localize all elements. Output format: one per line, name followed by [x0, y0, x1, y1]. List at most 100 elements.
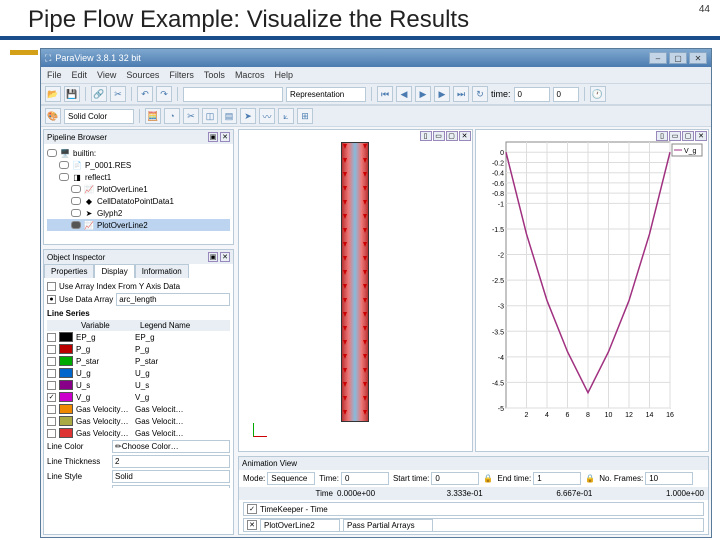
lock-icon[interactable]: 🔒: [483, 474, 493, 484]
end-time-field[interactable]: 1: [533, 472, 581, 485]
tab-display[interactable]: Display: [94, 264, 134, 278]
menu-view[interactable]: View: [97, 70, 116, 80]
undo-button[interactable]: ↶: [137, 86, 153, 102]
menu-help[interactable]: Help: [274, 70, 293, 80]
use-data-array-check[interactable]: ●: [47, 295, 56, 304]
frames-field[interactable]: 10: [645, 472, 693, 485]
open-button[interactable]: 📂: [45, 86, 61, 102]
save-button[interactable]: 💾: [64, 86, 80, 102]
series-swatch[interactable]: [59, 392, 73, 402]
visibility-icon[interactable]: [59, 173, 69, 181]
series-row[interactable]: Gas Velocity…Gas Velocit…: [47, 415, 230, 427]
clip-icon[interactable]: ✂: [183, 108, 199, 124]
vcr-prev-button[interactable]: ◀: [396, 86, 412, 102]
vcr-first-button[interactable]: ⏮: [377, 86, 393, 102]
series-row[interactable]: P_starP_star: [47, 355, 230, 367]
time-field[interactable]: 0: [514, 87, 550, 102]
series-check[interactable]: [47, 405, 56, 414]
series-check[interactable]: [47, 333, 56, 342]
group-icon[interactable]: ⊞: [297, 108, 313, 124]
float-icon[interactable]: ▣: [208, 132, 218, 142]
maximize-button[interactable]: ▢: [669, 52, 687, 64]
float-icon[interactable]: ▣: [208, 252, 218, 262]
clock-icon[interactable]: 🕐: [590, 86, 606, 102]
use-index-check[interactable]: [47, 282, 56, 291]
series-check[interactable]: [47, 369, 56, 378]
visibility-icon[interactable]: [71, 209, 81, 217]
timestep-field[interactable]: 0: [553, 87, 579, 102]
choose-color-button[interactable]: ✏ Choose Color…: [112, 440, 230, 453]
split-v-icon[interactable]: ▭: [433, 131, 445, 141]
add-track[interactable]: ✕ PlotOverLine2 Pass Partial Arrays: [243, 518, 704, 532]
contour-icon[interactable]: ◔: [164, 108, 180, 124]
lock-icon[interactable]: 🔒: [585, 474, 595, 484]
view-3d[interactable]: ▯▭▢✕: [238, 129, 473, 452]
tree-item[interactable]: 📈PlotOverLine2: [47, 219, 230, 231]
series-row[interactable]: EP_gEP_g: [47, 331, 230, 343]
vcr-loop-button[interactable]: ↻: [472, 86, 488, 102]
timekeeper-track[interactable]: ✓TimeKeeper - Time: [243, 502, 704, 516]
representation-select[interactable]: Representation: [286, 87, 366, 102]
split-h-icon[interactable]: ▯: [420, 131, 432, 141]
max-view-icon[interactable]: ▢: [446, 131, 458, 141]
close-view-icon[interactable]: ✕: [459, 131, 471, 141]
series-row[interactable]: Gas Velocity…Gas Velocit…: [47, 427, 230, 439]
slice-icon[interactable]: ◫: [202, 108, 218, 124]
series-swatch[interactable]: [59, 416, 73, 426]
tab-information[interactable]: Information: [135, 264, 189, 278]
series-check[interactable]: ✓: [47, 393, 56, 402]
menu-sources[interactable]: Sources: [126, 70, 159, 80]
view-chart[interactable]: ▯▭▢✕ 0-0.2-0.4-0.6-0.8-1-1.5-2-2.5-3-3.5…: [475, 129, 710, 452]
track-prop-select[interactable]: Pass Partial Arrays: [343, 519, 433, 532]
vcr-next-button[interactable]: ▶: [434, 86, 450, 102]
calc-icon[interactable]: 🧮: [145, 108, 161, 124]
tree-item[interactable]: ➤Glyph2: [47, 207, 230, 219]
disconnect-button[interactable]: ✂: [110, 86, 126, 102]
close-panel-icon[interactable]: ✕: [220, 252, 230, 262]
series-swatch[interactable]: [59, 332, 73, 342]
warp-icon[interactable]: ⟀: [278, 108, 294, 124]
thickness-field[interactable]: 2: [112, 455, 230, 468]
connect-button[interactable]: 🔗: [91, 86, 107, 102]
series-row[interactable]: U_sU_s: [47, 379, 230, 391]
tree-item[interactable]: 📄P_0001.RES: [47, 159, 230, 171]
visibility-icon[interactable]: [47, 149, 57, 157]
tab-properties[interactable]: Properties: [44, 264, 94, 278]
color-by-select[interactable]: Solid Color: [64, 109, 134, 124]
visibility-icon[interactable]: [71, 197, 81, 205]
tree-item[interactable]: 🖥️builtin:: [47, 147, 230, 159]
redo-button[interactable]: ↷: [156, 86, 172, 102]
menu-filters[interactable]: Filters: [169, 70, 194, 80]
visibility-icon[interactable]: [71, 221, 81, 229]
series-check[interactable]: [47, 417, 56, 426]
menu-file[interactable]: File: [47, 70, 62, 80]
menu-macros[interactable]: Macros: [235, 70, 265, 80]
series-row[interactable]: U_gU_g: [47, 367, 230, 379]
tree-item[interactable]: ◨reflect1: [47, 171, 230, 183]
series-swatch[interactable]: [59, 380, 73, 390]
menu-tools[interactable]: Tools: [204, 70, 225, 80]
threshold-icon[interactable]: ▤: [221, 108, 237, 124]
marker-style-select[interactable]: None: [112, 485, 230, 488]
series-swatch[interactable]: [59, 404, 73, 414]
series-row[interactable]: Gas Velocity…Gas Velocit…: [47, 403, 230, 415]
close-panel-icon[interactable]: ✕: [220, 132, 230, 142]
vcr-last-button[interactable]: ⏭: [453, 86, 469, 102]
line-style-select[interactable]: Solid: [112, 470, 230, 483]
stream-icon[interactable]: 〰: [259, 108, 275, 124]
series-swatch[interactable]: [59, 428, 73, 438]
start-time-field[interactable]: 0: [431, 472, 479, 485]
series-check[interactable]: [47, 429, 56, 438]
tree-item[interactable]: 📈PlotOverLine1: [47, 183, 230, 195]
series-swatch[interactable]: [59, 344, 73, 354]
active-field[interactable]: [183, 87, 283, 102]
anim-time-field[interactable]: 0: [341, 472, 389, 485]
data-array-select[interactable]: arc_length: [116, 293, 230, 306]
series-check[interactable]: [47, 357, 56, 366]
series-check[interactable]: [47, 345, 56, 354]
edit-color-icon[interactable]: 🎨: [45, 108, 61, 124]
tree-item[interactable]: ◆CellDatatoPointData1: [47, 195, 230, 207]
series-check[interactable]: [47, 381, 56, 390]
glyph-icon[interactable]: ➤: [240, 108, 256, 124]
series-swatch[interactable]: [59, 356, 73, 366]
